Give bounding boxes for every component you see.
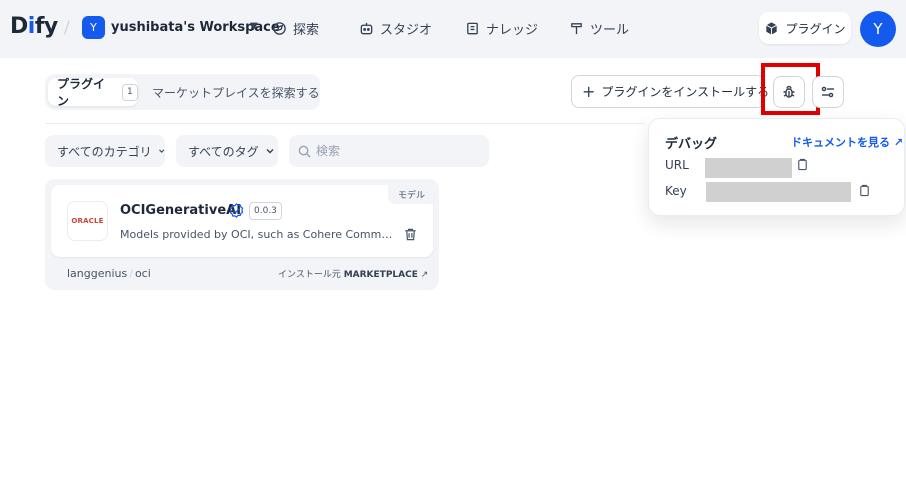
category-filter-label: すべてのカテゴリ bbox=[57, 144, 152, 159]
version-badge: 0.0.3 bbox=[249, 202, 282, 220]
logo-text-i: i bbox=[27, 14, 36, 39]
key-value-redacted bbox=[706, 182, 851, 202]
nav-tools[interactable]: ツール bbox=[569, 16, 629, 40]
sliders-icon bbox=[821, 86, 834, 98]
logo-text-prefix: D bbox=[10, 14, 28, 39]
robot-icon bbox=[360, 22, 373, 34]
workspace-avatar[interactable]: Y bbox=[82, 16, 105, 39]
nav-studio[interactable]: スタジオ bbox=[359, 16, 432, 40]
chevron-down-icon[interactable]: ▼ bbox=[250, 21, 258, 32]
verified-icon bbox=[229, 203, 244, 218]
package-name: oci bbox=[134, 267, 151, 280]
search-icon bbox=[298, 145, 311, 158]
plugins-count-badge: 1 bbox=[121, 83, 138, 101]
user-avatar[interactable]: Y bbox=[860, 11, 896, 47]
breadcrumb-separator: / bbox=[64, 18, 70, 38]
debug-title: デバッグ bbox=[665, 137, 718, 152]
chevron-down-icon bbox=[158, 149, 164, 153]
install-plugin-label: プラグインをインストールする bbox=[601, 85, 770, 99]
plugin-card-body[interactable]: モデル ORACLE OCIGenerativeAI 0.0.3 Models … bbox=[51, 185, 433, 257]
explore-icon bbox=[273, 21, 286, 35]
bug-icon bbox=[783, 85, 795, 98]
tab-plugins-label: プラグイン bbox=[57, 77, 106, 108]
nav-knowledge-label: ナレッジ bbox=[486, 22, 539, 38]
plugin-button[interactable]: プラグイン bbox=[759, 12, 851, 44]
nav-studio-label: スタジオ bbox=[380, 22, 433, 38]
plugin-tabs: プラグイン 1 マーケットプレイスを探索する bbox=[45, 74, 320, 110]
oracle-logo: ORACLE bbox=[67, 201, 108, 241]
key-label: Key bbox=[665, 184, 687, 198]
divider bbox=[45, 123, 645, 124]
doc-link[interactable]: ドキュメントを見る ↗ bbox=[791, 134, 903, 150]
chevron-down-icon bbox=[266, 149, 274, 154]
plugin-author: langgenius / oci bbox=[67, 267, 151, 280]
install-plugin-button[interactable]: + プラグインをインストールする bbox=[571, 75, 788, 108]
nav-explore-label: 探索 bbox=[293, 22, 320, 38]
search-box bbox=[289, 135, 489, 167]
nav-tools-label: ツール bbox=[590, 22, 630, 38]
plugin-card[interactable]: モデル ORACLE OCIGenerativeAI 0.0.3 Models … bbox=[45, 179, 439, 290]
dify-logo[interactable]: Dify bbox=[10, 14, 58, 39]
external-link-icon: ↗ bbox=[420, 270, 429, 280]
cube-icon bbox=[766, 21, 778, 35]
debug-button[interactable] bbox=[773, 76, 805, 108]
external-link-icon: ↗ bbox=[893, 136, 904, 149]
copy-icon[interactable] bbox=[796, 158, 809, 171]
copy-icon[interactable] bbox=[858, 184, 871, 197]
tab-plugins[interactable]: プラグイン 1 bbox=[48, 77, 138, 108]
trash-icon[interactable] bbox=[403, 227, 418, 242]
logo-text-suffix: fy bbox=[34, 14, 58, 39]
install-source[interactable]: インストール元 MARKETPLACE ↗ bbox=[278, 267, 428, 280]
plugin-name: OCIGenerativeAI bbox=[120, 203, 242, 218]
url-value-redacted bbox=[705, 158, 792, 178]
plugin-button-label: プラグイン bbox=[785, 21, 846, 36]
top-navigation-bar: Dify / Y yushibata's Workspace ▼ 探索 スタジオ… bbox=[0, 0, 906, 58]
author-separator: / bbox=[129, 267, 133, 280]
author-name: langgenius bbox=[67, 267, 128, 280]
doc-link-label: ドキュメントを見る bbox=[791, 136, 890, 149]
nav-explore[interactable]: 探索 bbox=[272, 16, 319, 40]
debug-popover: デバッグ ドキュメントを見る ↗ URL Key bbox=[648, 118, 905, 216]
plugin-description: Models provided by OCI, such as Cohere C… bbox=[120, 228, 393, 241]
search-input[interactable] bbox=[316, 144, 476, 158]
tag-filter-label: すべてのタグ bbox=[188, 144, 259, 159]
tag-filter[interactable]: すべてのタグ bbox=[176, 135, 278, 167]
source-name: MARKETPLACE bbox=[343, 270, 418, 280]
hammer-icon bbox=[571, 22, 582, 34]
category-filter[interactable]: すべてのカテゴリ bbox=[45, 135, 165, 167]
nav-knowledge[interactable]: ナレッジ bbox=[465, 16, 538, 40]
book-icon bbox=[467, 22, 478, 34]
source-prefix: インストール元 bbox=[278, 270, 341, 280]
settings-button[interactable] bbox=[812, 76, 844, 108]
tab-marketplace[interactable]: マーケットプレイスを探索する bbox=[152, 84, 320, 101]
category-badge: モデル bbox=[387, 185, 433, 204]
url-label: URL bbox=[665, 158, 689, 172]
plus-icon: + bbox=[582, 81, 596, 101]
